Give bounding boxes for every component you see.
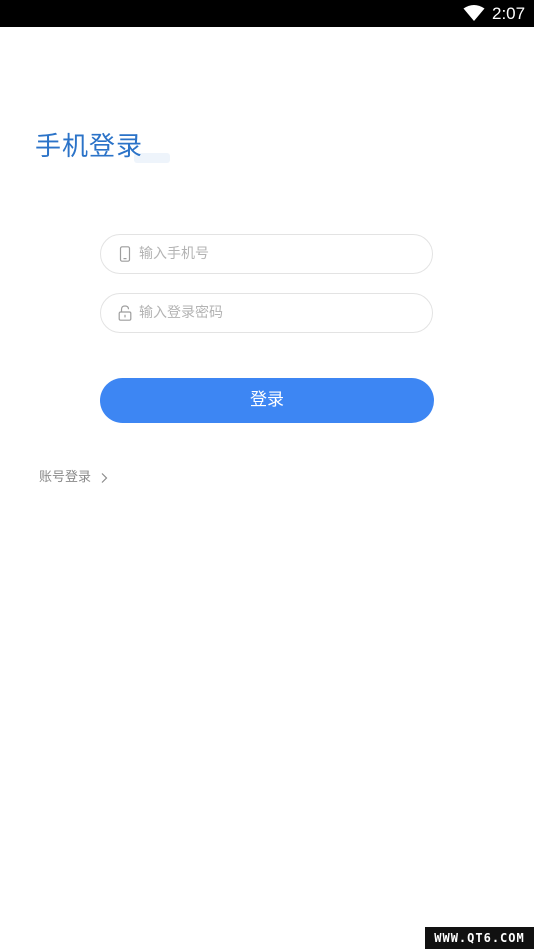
- phone-field[interactable]: [100, 234, 433, 274]
- lock-icon: [118, 305, 132, 321]
- account-login-label: 账号登录: [39, 470, 92, 485]
- status-time: 2:07: [492, 4, 526, 23]
- password-input[interactable]: [139, 294, 409, 332]
- chevron-right-icon: [101, 473, 108, 483]
- status-bar: 2:07: [0, 0, 534, 27]
- wifi-icon: [463, 5, 485, 21]
- login-button[interactable]: 登录: [100, 378, 434, 423]
- password-field[interactable]: [100, 293, 433, 333]
- phone-input[interactable]: [139, 235, 409, 273]
- account-login-link[interactable]: 账号登录: [39, 468, 108, 488]
- page-title: 手机登录: [35, 132, 144, 162]
- phone-icon: [119, 246, 131, 262]
- watermark: WWW.QT6.COM: [425, 927, 534, 949]
